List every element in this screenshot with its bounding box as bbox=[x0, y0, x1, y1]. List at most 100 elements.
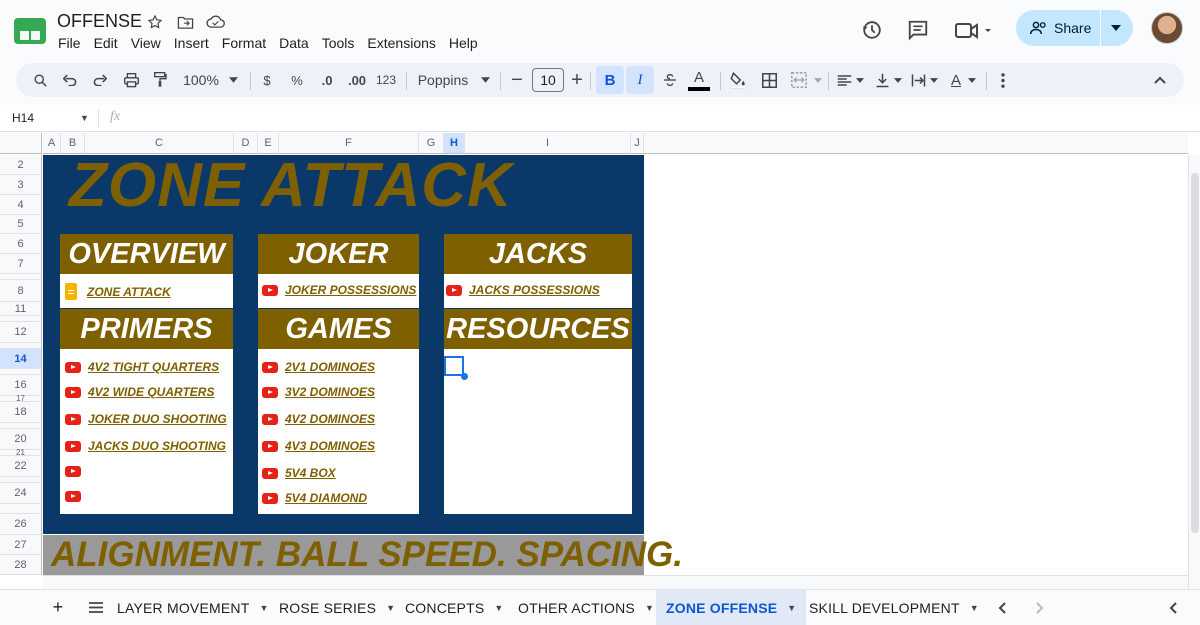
decrease-font-size-button[interactable]: − bbox=[508, 63, 526, 97]
user-avatar[interactable] bbox=[1151, 12, 1183, 44]
format-percent-button[interactable]: % bbox=[288, 63, 306, 97]
comments-icon[interactable] bbox=[906, 18, 930, 42]
tab-menu-icon[interactable]: ▼ bbox=[259, 603, 268, 613]
row-header[interactable]: 24 bbox=[0, 483, 42, 504]
merge-dropdown-icon[interactable] bbox=[812, 63, 824, 97]
vertical-scrollbar[interactable] bbox=[1188, 155, 1200, 589]
sheet-tab-concepts[interactable]: CONCEPTS ▼ bbox=[405, 590, 504, 625]
menu-help[interactable]: Help bbox=[449, 35, 478, 51]
share-dropdown-icon[interactable] bbox=[1111, 24, 1121, 32]
primer-link-empty[interactable] bbox=[65, 491, 88, 502]
side-panel-toggle-icon[interactable] bbox=[1166, 590, 1180, 625]
primer-link[interactable]: JOKER DUO SHOOTING bbox=[65, 412, 227, 426]
move-folder-icon[interactable] bbox=[175, 12, 195, 32]
zoom-dropdown-icon[interactable] bbox=[226, 63, 240, 97]
row-header[interactable]: 14 bbox=[0, 349, 42, 369]
vertical-align-icon[interactable] bbox=[872, 63, 892, 97]
primer-link-empty[interactable] bbox=[65, 466, 88, 477]
row-header[interactable]: 3 bbox=[0, 175, 42, 195]
row-header[interactable]: 12 bbox=[0, 322, 42, 343]
text-wrapping-icon[interactable] bbox=[908, 63, 928, 97]
menu-edit[interactable]: Edit bbox=[94, 35, 118, 51]
meet-icon[interactable] bbox=[954, 18, 994, 42]
menu-file[interactable]: File bbox=[58, 35, 81, 51]
strikethrough-icon[interactable] bbox=[658, 63, 682, 97]
add-sheet-button[interactable]: + bbox=[48, 590, 68, 625]
menu-format[interactable]: Format bbox=[222, 35, 266, 51]
primer-link[interactable]: 4V2 WIDE QUARTERS bbox=[65, 385, 214, 399]
row-header[interactable]: 18 bbox=[0, 402, 42, 423]
overview-link-zone-attack[interactable]: ZONE ATTACK bbox=[65, 283, 171, 300]
sheet-tab-zone-offense[interactable]: ZONE OFFENSE ▼ bbox=[656, 590, 807, 625]
text-color-button[interactable]: A bbox=[686, 63, 712, 97]
text-rotation-button[interactable]: A bbox=[946, 63, 966, 97]
print-icon[interactable] bbox=[120, 63, 142, 97]
scroll-tabs-right-icon[interactable] bbox=[1033, 590, 1047, 625]
more-formats-button[interactable]: 123 bbox=[374, 63, 398, 97]
cloud-status-icon[interactable] bbox=[205, 12, 225, 32]
jacks-link[interactable]: JACKS POSSESSIONS bbox=[446, 283, 600, 297]
column-header-j[interactable]: J bbox=[631, 133, 644, 154]
row-header[interactable]: 7 bbox=[0, 254, 42, 274]
game-link[interactable]: 4V2 DOMINOES bbox=[262, 412, 375, 426]
tab-menu-icon[interactable]: ▼ bbox=[386, 603, 395, 613]
primer-link[interactable]: 4V2 TIGHT QUARTERS bbox=[65, 360, 219, 374]
joker-link[interactable]: JOKER POSSESSIONS bbox=[262, 283, 416, 297]
game-link[interactable]: 2V1 DOMINOES bbox=[262, 360, 375, 374]
menu-insert[interactable]: Insert bbox=[174, 35, 209, 51]
zoom-select[interactable]: 100% bbox=[178, 63, 224, 97]
row-header[interactable]: 22 bbox=[0, 456, 42, 477]
row-header[interactable]: 20 bbox=[0, 429, 42, 450]
row-header[interactable]: 11 bbox=[0, 302, 42, 316]
search-menus-icon[interactable] bbox=[30, 63, 50, 97]
row-header[interactable]: 26 bbox=[0, 514, 42, 535]
row-header[interactable]: 6 bbox=[0, 234, 42, 254]
valign-dropdown-icon[interactable] bbox=[892, 63, 904, 97]
undo-icon[interactable] bbox=[60, 63, 80, 97]
tab-menu-icon[interactable]: ▼ bbox=[645, 603, 654, 613]
redo-icon[interactable] bbox=[90, 63, 110, 97]
sheet-tab-skill-development[interactable]: SKILL DEVELOPMENT ▼ bbox=[809, 590, 979, 625]
row-header[interactable] bbox=[0, 504, 42, 514]
sheet-tab-rose-series[interactable]: ROSE SERIES ▼ bbox=[279, 590, 395, 625]
font-dropdown-icon[interactable] bbox=[478, 63, 492, 97]
menu-view[interactable]: View bbox=[131, 35, 161, 51]
star-icon[interactable] bbox=[145, 12, 165, 32]
halign-dropdown-icon[interactable] bbox=[854, 63, 866, 97]
fill-handle[interactable] bbox=[461, 373, 468, 380]
game-link[interactable]: 5V4 BOX bbox=[262, 466, 336, 480]
column-header-a[interactable]: A bbox=[43, 133, 61, 154]
primer-link[interactable]: JACKS DUO SHOOTING bbox=[65, 439, 226, 453]
select-all-corner[interactable] bbox=[0, 133, 42, 154]
sheet-tab-layer-movement[interactable]: LAYER MOVEMENT ▼ bbox=[117, 590, 269, 625]
all-sheets-icon[interactable] bbox=[86, 590, 106, 625]
fill-color-icon[interactable] bbox=[726, 63, 750, 97]
name-box-dropdown-icon[interactable]: ▼ bbox=[80, 113, 89, 123]
font-family-select[interactable]: Poppins bbox=[414, 63, 472, 97]
row-header[interactable]: 28 bbox=[0, 555, 42, 575]
row-header[interactable]: 4 bbox=[0, 195, 42, 215]
italic-button[interactable]: I bbox=[626, 66, 654, 94]
merge-cells-icon[interactable] bbox=[788, 63, 810, 97]
tab-menu-icon[interactable]: ▼ bbox=[787, 603, 796, 613]
font-size-input[interactable]: 10 bbox=[532, 68, 564, 92]
version-history-icon[interactable] bbox=[860, 18, 884, 42]
bold-button[interactable]: B bbox=[596, 66, 624, 94]
rotation-dropdown-icon[interactable] bbox=[966, 63, 978, 97]
wrap-dropdown-icon[interactable] bbox=[928, 63, 940, 97]
scroll-tabs-left-icon[interactable] bbox=[995, 590, 1009, 625]
borders-icon[interactable] bbox=[758, 63, 780, 97]
collapse-toolbar-icon[interactable] bbox=[1150, 63, 1170, 97]
game-link[interactable]: 3V2 DOMINOES bbox=[262, 385, 375, 399]
spreadsheet-grid[interactable]: A B C D E F G H I J 2 3 4 5 6 7 8 11 12 … bbox=[0, 133, 1200, 589]
menu-extensions[interactable]: Extensions bbox=[367, 35, 435, 51]
active-cell-h14[interactable] bbox=[444, 356, 464, 376]
game-link[interactable]: 5V4 DIAMOND bbox=[262, 491, 367, 505]
row-header[interactable]: 8 bbox=[0, 280, 42, 302]
tab-menu-icon[interactable]: ▼ bbox=[970, 603, 979, 613]
increase-decimal-button[interactable]: .00 bbox=[344, 63, 370, 97]
menu-data[interactable]: Data bbox=[279, 35, 309, 51]
menu-tools[interactable]: Tools bbox=[322, 35, 355, 51]
sheets-logo-icon[interactable] bbox=[14, 18, 46, 44]
name-box[interactable]: H14 bbox=[12, 111, 34, 125]
